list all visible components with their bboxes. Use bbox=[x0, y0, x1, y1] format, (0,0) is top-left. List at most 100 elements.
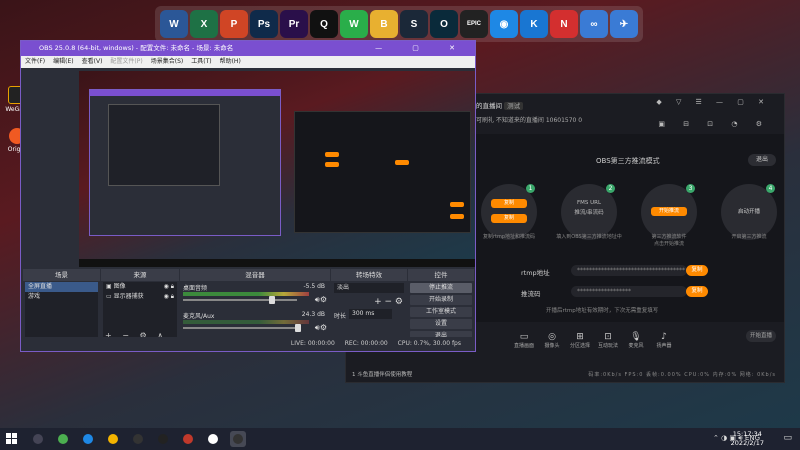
cpu-status: CPU: 0.7%, 30.00 fps bbox=[397, 340, 461, 347]
copy-rtmp-pill[interactable]: 复制 bbox=[491, 199, 527, 208]
taskbar-search-icon[interactable] bbox=[30, 431, 46, 447]
k-app-icon[interactable]: K bbox=[520, 10, 548, 38]
source-item[interactable]: ▣ 图像 ◉ 🔒︎ bbox=[103, 282, 177, 292]
settings-button[interactable]: 设置 bbox=[410, 319, 472, 329]
scene-item[interactable]: 全屏直播 bbox=[25, 282, 98, 292]
volume-track bbox=[183, 299, 297, 301]
duration-input[interactable]: 300 ms bbox=[349, 309, 392, 319]
copy-rtmp-button[interactable]: 复制 bbox=[686, 265, 708, 276]
menu-item[interactable]: 查看(V) bbox=[82, 58, 103, 65]
app-6-icon bbox=[183, 434, 193, 444]
window-controls[interactable]: — ▢ ✕ bbox=[375, 41, 469, 56]
controls-header: 控件 bbox=[408, 269, 474, 281]
duration-label: 时长 bbox=[334, 313, 347, 320]
tool-mic[interactable]: 🎙︎ 麦克风 bbox=[624, 332, 648, 349]
scenes-header: 场景 bbox=[23, 269, 100, 281]
tool-interact[interactable]: ⊡ 互动玩法 bbox=[596, 332, 620, 349]
taskbar-obs-icon[interactable] bbox=[230, 431, 246, 447]
volume-meter bbox=[183, 320, 309, 324]
live-status: LIVE: 00:00:00 bbox=[290, 340, 335, 347]
blue-app-icon[interactable]: ◉ bbox=[490, 10, 518, 38]
obs-preview[interactable] bbox=[79, 71, 475, 267]
nested-pill bbox=[325, 152, 339, 157]
netease-music-icon[interactable]: N bbox=[550, 10, 578, 38]
step-caption: 填入到OBS第三方推流地址中 bbox=[556, 234, 622, 240]
volume-meter bbox=[183, 292, 309, 296]
note-text: 开播后rtmp地址有效期时，下次无需重复填写 bbox=[546, 308, 659, 314]
tool-camera[interactable]: ◎ 摄像头 bbox=[540, 332, 564, 349]
step-label: FMS URL 推流/串流码 bbox=[574, 200, 604, 216]
taskbar-app-7-icon[interactable] bbox=[205, 431, 221, 447]
nested-pill bbox=[395, 160, 409, 165]
steam-icon[interactable]: S bbox=[400, 10, 428, 38]
nested-preview bbox=[108, 104, 220, 186]
tool-category[interactable]: ⊞ 分区选择 bbox=[568, 332, 592, 349]
go-live-button[interactable]: 开始直播 bbox=[746, 330, 776, 342]
tool-speaker[interactable]: ♪ 扬声器 bbox=[652, 332, 676, 349]
photoshop-icon[interactable]: Ps bbox=[250, 10, 278, 38]
epic-games-icon[interactable]: EPIC bbox=[460, 10, 488, 38]
stream-key-field[interactable]: ****************** bbox=[571, 286, 687, 297]
taskbar-app-4-icon[interactable] bbox=[130, 431, 146, 447]
channel-name: 桌面音频 bbox=[183, 285, 208, 292]
bear-app-icon[interactable]: B bbox=[370, 10, 398, 38]
app-dock: W X P Ps Pr Q W B S O EPIC ◉ K N ∞ ✈ bbox=[155, 6, 643, 42]
source-item[interactable]: ▭ 显示器捕获 ◉ 🔒︎ bbox=[103, 292, 177, 302]
premiere-icon[interactable]: Pr bbox=[280, 10, 308, 38]
menu-item[interactable]: 编辑(E) bbox=[53, 58, 73, 65]
studio-mode-button[interactable]: 工作室模式 bbox=[410, 307, 472, 317]
transition-select[interactable]: 淡出 bbox=[334, 283, 404, 293]
taskbar-app-6-icon[interactable] bbox=[180, 431, 196, 447]
volume-track bbox=[183, 327, 297, 329]
menu-item[interactable]: 场景集合(S) bbox=[151, 58, 184, 65]
clock-date: 2022/2/17 bbox=[730, 439, 764, 447]
clock[interactable]: 15:17:34 2022/2/17 bbox=[731, 430, 764, 448]
taskbar-file-explorer-icon[interactable] bbox=[105, 431, 121, 447]
visibility-lock-icons[interactable]: ◉ 🔒︎ bbox=[164, 292, 177, 302]
speaker-gear-icons[interactable]: 🔊︎⚙ bbox=[315, 295, 327, 305]
scene-item[interactable]: 游戏 bbox=[25, 292, 98, 302]
tool-scene[interactable]: ▭ 直播画面 bbox=[512, 332, 536, 349]
stream-key-label: 推流码 bbox=[521, 290, 541, 298]
taskbar-edge-icon[interactable] bbox=[80, 431, 96, 447]
start-button[interactable] bbox=[6, 433, 18, 445]
volume-slider[interactable] bbox=[269, 296, 275, 304]
notification-icon[interactable]: ▭ bbox=[783, 433, 792, 443]
taskbar-clock-app-icon[interactable] bbox=[155, 431, 171, 447]
header-tool-icons[interactable]: ▣ ⊟ ⊡ ◔ ⚙ bbox=[658, 120, 770, 128]
rtmp-field[interactable]: ************************************ bbox=[571, 265, 687, 276]
wechat-icon[interactable]: W bbox=[340, 10, 368, 38]
qq-icon[interactable]: Q bbox=[310, 10, 338, 38]
excel-icon[interactable]: X bbox=[190, 10, 218, 38]
menu-item[interactable]: 配置文件(P) bbox=[110, 58, 142, 65]
tutorial-link[interactable]: 1 斗鱼直播伴侣使用教程 bbox=[352, 370, 412, 378]
window-controls[interactable]: ◆ ▽ ☰ — ▢ ✕ bbox=[656, 98, 770, 106]
transition-toolbar[interactable]: + − ⚙ bbox=[374, 297, 403, 307]
exit-mode-button[interactable]: 退出 bbox=[748, 154, 776, 166]
menu-item[interactable]: 工具(T) bbox=[191, 58, 211, 65]
category-icon: ⊞ bbox=[576, 332, 584, 342]
volume-slider[interactable] bbox=[295, 324, 301, 332]
menu-item[interactable]: 文件(F) bbox=[25, 58, 45, 65]
taskbar-chrome-icon[interactable] bbox=[55, 431, 71, 447]
stop-streaming-button[interactable]: 停止推流 bbox=[410, 283, 472, 293]
obs-icon bbox=[233, 434, 243, 444]
room-title: 的直播间 测试 bbox=[476, 100, 524, 110]
start-recording-button[interactable]: 开始录制 bbox=[410, 295, 472, 305]
monitor-icon: ▭ bbox=[519, 332, 529, 342]
feishu-icon[interactable]: ✈ bbox=[610, 10, 638, 38]
baidu-netdisk-icon[interactable]: ∞ bbox=[580, 10, 608, 38]
obs-title: OBS 25.0.8 (64-bit, windows) - 配置文件: 未命名… bbox=[39, 44, 234, 52]
gift-icon: ⊡ bbox=[604, 332, 612, 342]
menu-item[interactable]: 帮助(H) bbox=[220, 58, 241, 65]
copy-key-button[interactable]: 复制 bbox=[686, 286, 708, 297]
speaker-gear-icons[interactable]: 🔊︎⚙ bbox=[315, 323, 327, 333]
copy-key-pill[interactable]: 复制 bbox=[491, 214, 527, 223]
circle-app-icon[interactable]: O bbox=[430, 10, 458, 38]
step-4: 4 启动开播 bbox=[721, 184, 777, 240]
rec-status: REC: 00:00:00 bbox=[344, 340, 388, 347]
word-icon[interactable]: W bbox=[160, 10, 188, 38]
powerpoint-icon[interactable]: P bbox=[220, 10, 248, 38]
step-3: 3 开始推流 bbox=[641, 184, 697, 240]
visibility-lock-icons[interactable]: ◉ 🔒︎ bbox=[164, 282, 177, 292]
